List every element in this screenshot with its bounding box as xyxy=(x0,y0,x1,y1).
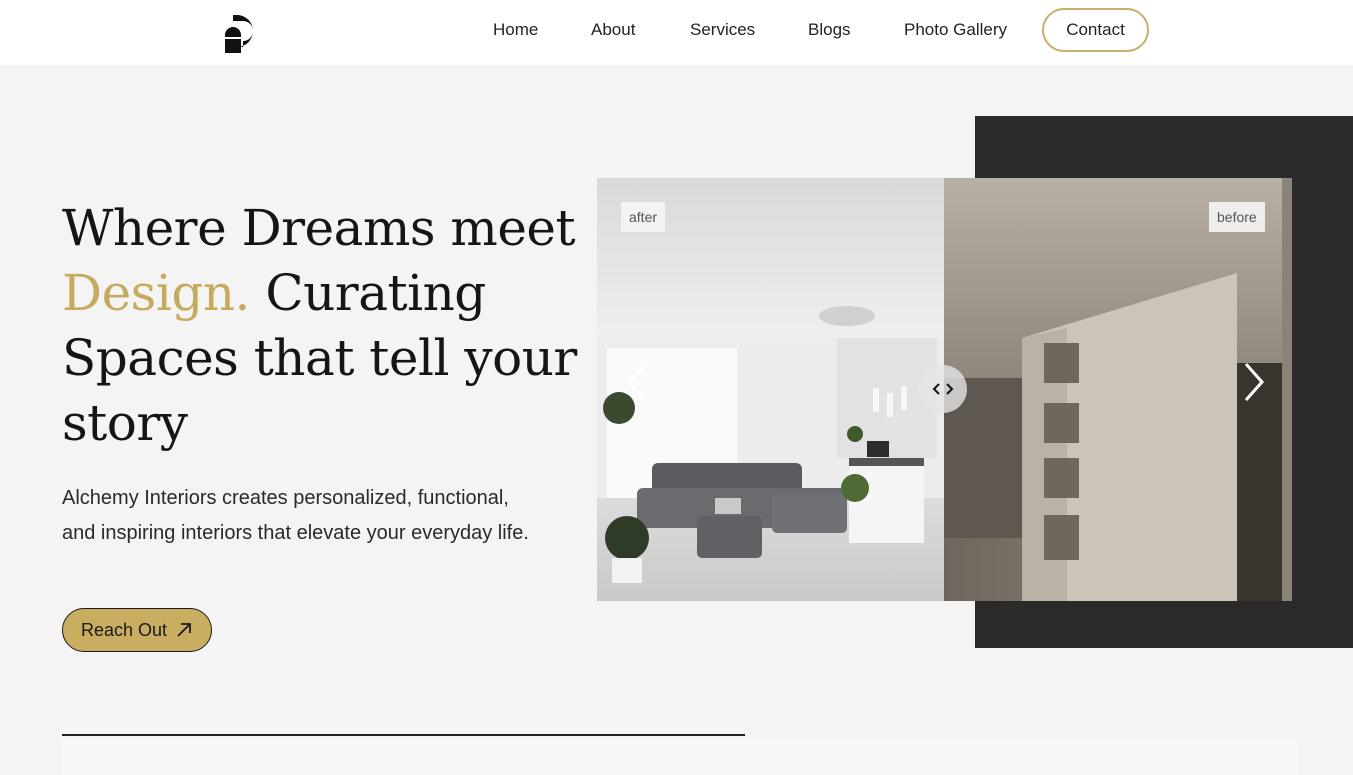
nav-photo-gallery[interactable]: Photo Gallery xyxy=(904,20,1007,40)
nav-blogs[interactable]: Blogs xyxy=(808,20,851,40)
next-section xyxy=(62,740,1297,775)
hero-title-accent: Design. xyxy=(62,264,250,322)
compare-handle-icon[interactable] xyxy=(919,365,967,413)
nav-home[interactable]: Home xyxy=(493,20,538,40)
section-divider xyxy=(62,734,745,736)
chevron-left-icon[interactable] xyxy=(623,360,653,404)
site-header: Home About Services Blogs Photo Gallery … xyxy=(0,0,1353,65)
hero-title: Where Dreams meet Design. Curating Spaces… xyxy=(62,196,582,456)
after-label: after xyxy=(621,202,666,232)
reach-out-label: Reach Out xyxy=(80,619,168,640)
nav-about[interactable]: About xyxy=(591,20,635,40)
before-after-slider[interactable]: after before xyxy=(597,178,1292,601)
nav-services[interactable]: Services xyxy=(690,20,755,40)
chevron-right-icon[interactable] xyxy=(1238,360,1268,404)
brand-logo-icon[interactable] xyxy=(223,15,255,53)
reach-out-button[interactable]: Reach Out xyxy=(62,608,212,652)
hero-description: Alchemy Interiors creates personalized, … xyxy=(62,487,529,544)
contact-button[interactable]: Contact xyxy=(1042,8,1149,52)
before-label: before xyxy=(1209,202,1265,232)
hero-title-line1: Where Dreams meet xyxy=(62,199,576,257)
arrow-up-right-icon xyxy=(177,623,191,637)
